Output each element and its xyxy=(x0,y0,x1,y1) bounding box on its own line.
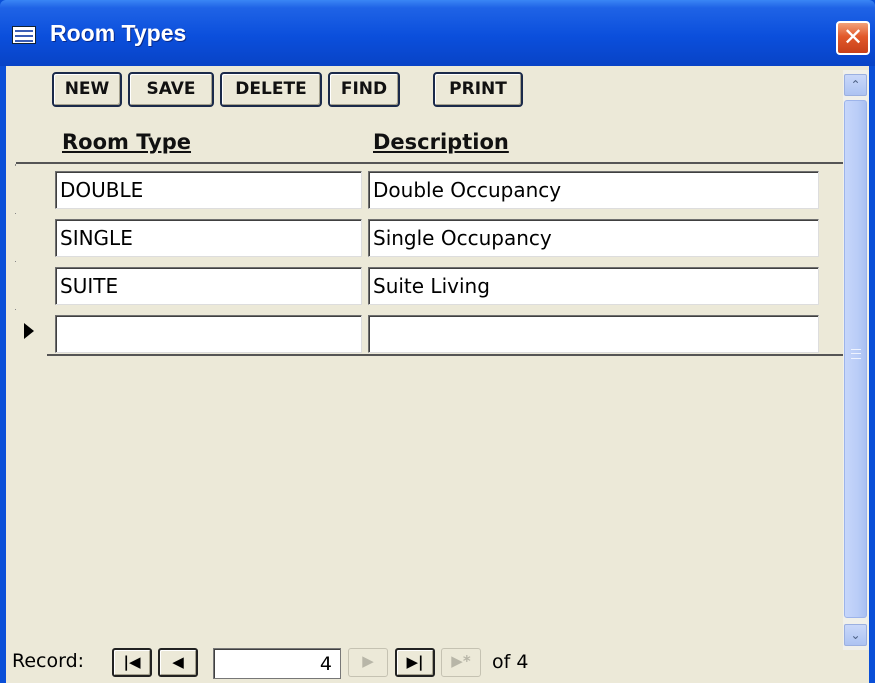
close-button[interactable]: ✕ xyxy=(836,21,870,55)
grip-icon xyxy=(851,349,861,359)
new-record-button[interactable]: ▶* xyxy=(441,648,481,677)
record-label: Record: xyxy=(12,650,85,672)
form-client-area xyxy=(6,66,869,683)
description-field[interactable]: Single Occupancy xyxy=(368,219,819,257)
find-button[interactable]: FIND xyxy=(328,72,400,107)
row-selector[interactable] xyxy=(14,262,47,309)
scroll-thumb[interactable] xyxy=(844,100,867,618)
grid-line xyxy=(16,162,843,164)
first-record-icon: |◀ xyxy=(123,653,141,671)
title-bar[interactable]: Room Types ✕ xyxy=(0,0,875,66)
scroll-up-button[interactable]: ⌃ xyxy=(844,74,867,96)
vertical-scrollbar[interactable]: ⌃ ⌄ xyxy=(843,70,869,650)
grid-line xyxy=(16,354,843,356)
row-selector[interactable] xyxy=(14,166,47,213)
form-window: Room Types ✕ ⌃ ⌄ NEW SAVE DELETE FIND PR… xyxy=(0,0,875,683)
delete-button[interactable]: DELETE xyxy=(220,72,322,107)
row-selector[interactable] xyxy=(14,214,47,261)
save-button[interactable]: SAVE xyxy=(128,72,214,107)
form-icon xyxy=(12,26,36,44)
chevron-down-icon: ⌄ xyxy=(850,628,861,642)
record-count: of 4 xyxy=(492,651,529,673)
column-header-description: Description xyxy=(373,130,509,154)
room-type-field-new[interactable] xyxy=(55,315,362,353)
first-record-button[interactable]: |◀ xyxy=(112,648,152,677)
last-record-icon: ▶| xyxy=(406,653,424,671)
room-type-field[interactable]: SINGLE xyxy=(55,219,362,257)
description-field-new[interactable] xyxy=(368,315,819,353)
column-header-room-type: Room Type xyxy=(62,130,192,154)
chevron-up-icon: ⌃ xyxy=(850,78,861,92)
description-field[interactable]: Double Occupancy xyxy=(368,171,819,209)
room-type-field[interactable]: DOUBLE xyxy=(55,171,362,209)
last-record-button[interactable]: ▶| xyxy=(395,648,435,677)
description-field[interactable]: Suite Living xyxy=(368,267,819,305)
arrow-right-icon[interactable] xyxy=(14,310,47,357)
current-record-input[interactable] xyxy=(213,648,341,679)
previous-record-button[interactable]: ◀ xyxy=(158,648,198,677)
new-button[interactable]: NEW xyxy=(52,72,122,107)
scroll-down-button[interactable]: ⌄ xyxy=(844,624,867,646)
previous-record-icon: ◀ xyxy=(172,653,184,671)
next-record-button[interactable]: ▶ xyxy=(348,648,388,677)
room-type-field[interactable]: SUITE xyxy=(55,267,362,305)
next-record-icon: ▶ xyxy=(362,652,374,670)
new-record-icon: ▶* xyxy=(451,652,471,670)
print-button[interactable]: PRINT xyxy=(433,72,523,107)
window-title: Room Types xyxy=(50,20,187,46)
